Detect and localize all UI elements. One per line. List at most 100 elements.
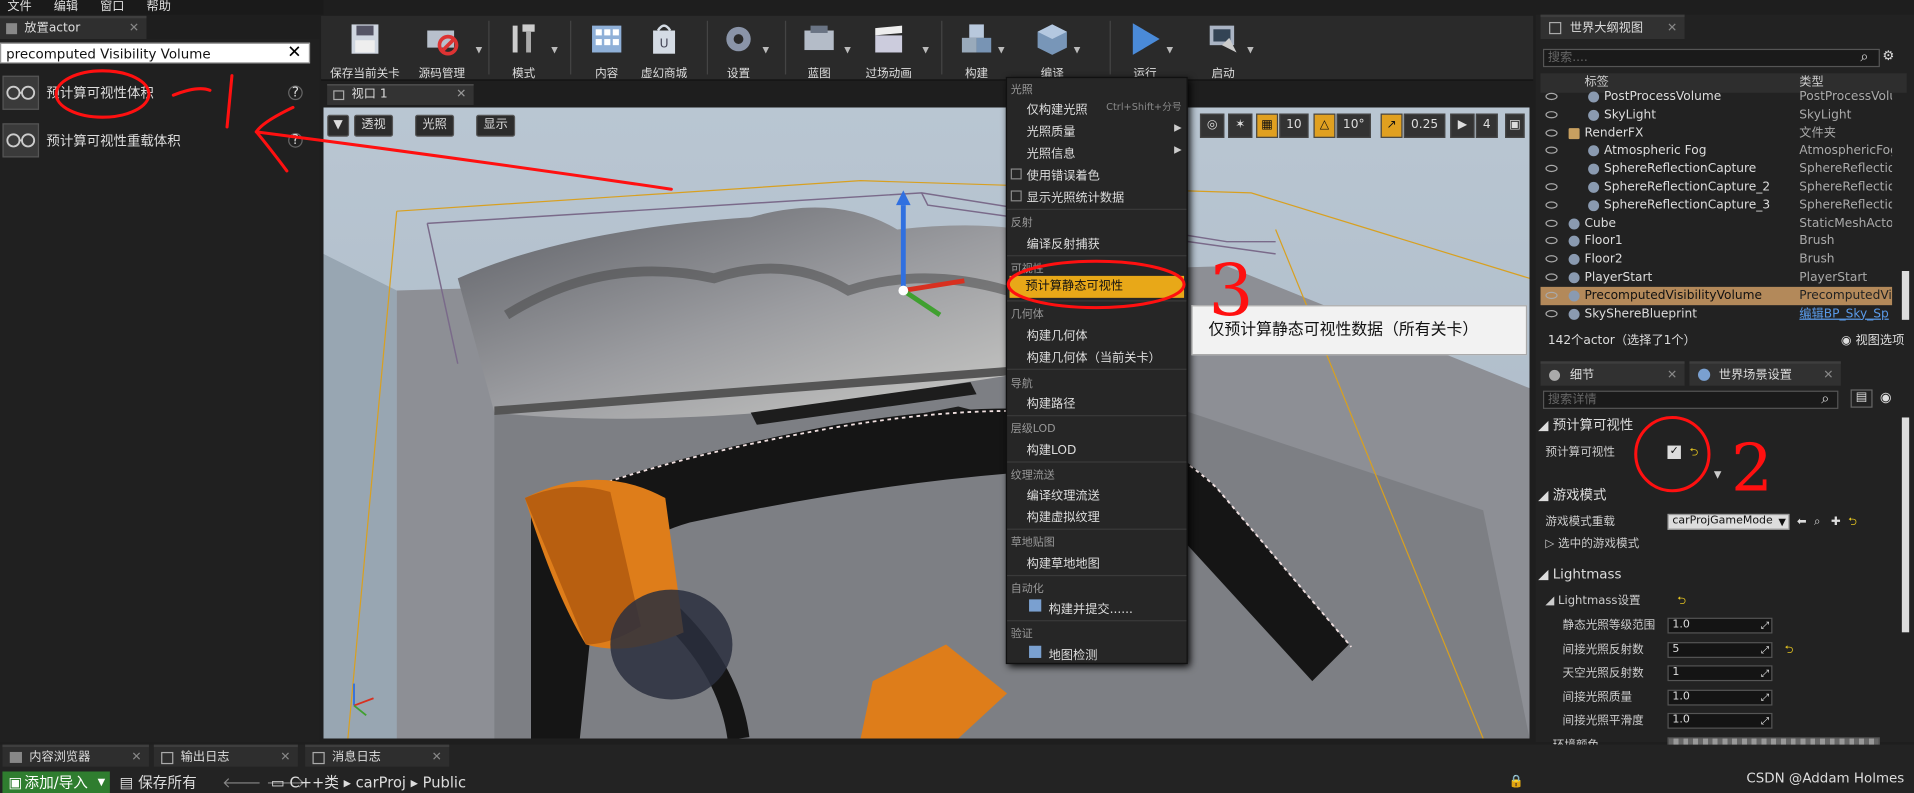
outliner-row[interactable]: Floor1 Brush	[1541, 232, 1893, 250]
grid-snap-toggle[interactable]: ▦	[1256, 113, 1279, 138]
list-item-visibility-volume[interactable]: 预计算可视性体积 ?	[2, 73, 307, 112]
visibility-eye-icon[interactable]	[1545, 128, 1558, 137]
visibility-eye-icon[interactable]	[1545, 146, 1558, 155]
add-icon[interactable]: ✚	[1831, 511, 1841, 533]
menu-help[interactable]: 帮助	[146, 0, 170, 15]
menu-build-geometry[interactable]: 构建几何体	[1027, 325, 1088, 343]
menu-lighting-info[interactable]: 光照信息	[1027, 143, 1076, 161]
visibility-eye-icon[interactable]	[1545, 92, 1558, 101]
prop-value-field[interactable]: 5 ⤢	[1667, 641, 1773, 658]
menu-build-and-submit[interactable]: 构建并提交......	[1049, 598, 1133, 616]
details-scrollbar[interactable]	[1901, 417, 1910, 633]
chevron-down-icon[interactable]: ▼	[1167, 45, 1174, 55]
close-icon[interactable]: ✕	[280, 747, 290, 769]
tab-details[interactable]: 细节 ✕	[1540, 361, 1685, 386]
visibility-eye-icon[interactable]	[1545, 165, 1558, 173]
outliner-row[interactable]: PlayerStart PlayerStart	[1541, 269, 1893, 287]
menu-build-paths[interactable]: 构建路径	[1027, 393, 1076, 411]
compile-button[interactable]: 编译 ▼	[1034, 21, 1080, 81]
selected-game-mode-row[interactable]: ▷ 选中的游戏模式	[1545, 533, 1911, 555]
visibility-eye-icon[interactable]	[1545, 201, 1558, 209]
section-game-mode[interactable]: ◢ 游戏模式	[1538, 485, 1909, 507]
drag-handle-icon[interactable]: ⤢	[1761, 643, 1769, 656]
outliner-row[interactable]: PrecomputedVisibilityVolume PrecomputedVi…	[1540, 286, 1893, 305]
save-all-button[interactable]: ▤ 保存所有	[120, 771, 197, 793]
rotation-snap-toggle[interactable]: △	[1313, 113, 1336, 138]
play-button[interactable]: 运行 ▼	[1127, 21, 1173, 81]
close-icon[interactable]: ✕	[1667, 17, 1677, 40]
rotation-snap-value[interactable]: 10°	[1336, 113, 1371, 138]
menu-map-check[interactable]: 地图检测	[1049, 645, 1098, 662]
visibility-eye-icon[interactable]	[1545, 219, 1558, 227]
outliner-row[interactable]: SphereReflectionCapture SphereReflection(	[1541, 160, 1892, 178]
visibility-eye-icon[interactable]	[1545, 110, 1558, 119]
drag-handle-icon[interactable]: ⤢	[1761, 667, 1769, 680]
menu-use-error-coloring[interactable]: 使用错误着色	[1027, 165, 1100, 183]
prop-value-field[interactable]: 1.0 ⤢	[1667, 617, 1773, 634]
outliner-row[interactable]: SkyShereBlueprint 编辑BP_Sky_Sp	[1541, 305, 1893, 323]
browse-icon[interactable]: ⌕	[1814, 511, 1821, 533]
prop-value-field[interactable]: 1 ⤢	[1667, 665, 1773, 682]
chevron-down-icon[interactable]: ▼	[476, 45, 483, 55]
search-icon[interactable]: ⌕	[1860, 48, 1868, 66]
tab-content-browser[interactable]: 内容浏览器 ✕	[2, 744, 149, 769]
close-icon[interactable]: ✕	[131, 747, 141, 769]
visibility-eye-icon[interactable]	[1545, 237, 1558, 245]
grid-size-value[interactable]: 10	[1279, 113, 1309, 138]
visibility-eye-icon[interactable]	[1545, 309, 1558, 317]
outliner-row[interactable]: Floor2 Brush	[1541, 250, 1893, 268]
outliner-row[interactable]: PostProcessVolume PostProcessVolu	[1541, 88, 1892, 106]
drag-handle-icon[interactable]: ⤢	[1761, 714, 1769, 727]
menu-build-texture-streaming[interactable]: 编译纹理流送	[1027, 485, 1100, 503]
perspective-button[interactable]: 透视	[354, 114, 394, 137]
outliner-row[interactable]: Atmospheric Fog AtmosphericFog	[1541, 142, 1892, 160]
add-import-button[interactable]: ▣ 添加/导入 ▼	[2, 771, 110, 793]
maximize-viewport-button[interactable]: ▣	[1505, 113, 1525, 138]
eye-icon[interactable]: ◉	[1880, 389, 1892, 405]
source-control-button[interactable]: 源码管理 ▼	[411, 21, 482, 81]
menu-edit[interactable]: 编辑	[54, 0, 78, 15]
tab-world-outliner[interactable]: 世界大纲视图 ✕	[1540, 14, 1685, 40]
reset-default-icon[interactable]: ⮌	[1785, 639, 1794, 661]
close-icon[interactable]: ✕	[1823, 364, 1833, 387]
chevron-down-icon[interactable]: ▼	[844, 45, 851, 55]
world-local-toggle[interactable]: ◎	[1199, 113, 1225, 138]
prop-value-field[interactable]: 1.0 ⤢	[1667, 689, 1773, 705]
close-icon[interactable]: ✕	[456, 85, 466, 105]
help-icon[interactable]: ?	[288, 85, 303, 101]
camera-speed-value[interactable]: 4	[1475, 113, 1498, 138]
launch-button[interactable]: 启动 ▼	[1202, 21, 1254, 81]
prop-value-field[interactable]: 1.0 ⤢	[1667, 712, 1773, 729]
chevron-down-icon[interactable]: ▼	[922, 45, 929, 55]
game-mode-select[interactable]: carProjGameMode ▼	[1667, 513, 1790, 530]
save-level-button[interactable]: 保存当前关卡	[328, 21, 401, 81]
error-coloring-checkbox[interactable]	[1010, 168, 1022, 180]
reset-default-icon[interactable]: ⮌	[1689, 442, 1698, 464]
visibility-eye-icon[interactable]	[1545, 273, 1558, 281]
section-precomputed-visibility[interactable]: ◢ 预计算可视性	[1538, 415, 1909, 437]
outliner-row[interactable]: Cube StaticMeshActor	[1541, 214, 1892, 232]
outliner-row[interactable]: SphereReflectionCapture_3 SphereReflectio…	[1541, 196, 1892, 214]
menu-build-reflection-captures[interactable]: 编译反射捕获	[1027, 233, 1100, 251]
scale-snap-toggle[interactable]: ↗	[1380, 113, 1403, 138]
outliner-row[interactable]: RenderFX 文件夹	[1541, 124, 1893, 142]
breadcrumb-item[interactable]: carProj	[356, 774, 406, 791]
cinematics-button[interactable]: 过场动画 ▼	[858, 21, 929, 81]
chevron-down-icon[interactable]: ▼	[762, 45, 769, 55]
lighting-stats-checkbox[interactable]	[1010, 190, 1022, 202]
property-matrix-icon[interactable]: ▤	[1850, 389, 1873, 408]
tab-world-settings[interactable]: 世界场景设置 ✕	[1689, 361, 1841, 387]
search-icon[interactable]: ⌕	[1821, 389, 1829, 407]
outliner-settings-icon[interactable]: ⚙	[1882, 48, 1894, 64]
drag-handle-icon[interactable]: ⤢	[1761, 619, 1769, 632]
menu-show-lighting-stats[interactable]: 显示光照统计数据	[1027, 187, 1125, 205]
breadcrumb-item[interactable]: C++类	[289, 774, 338, 791]
menu-file[interactable]: 文件	[7, 0, 31, 15]
surface-snapping-toggle[interactable]: ✶	[1228, 113, 1253, 138]
tab-place-actors[interactable]: 放置actor ✕	[0, 15, 147, 40]
back-arrow-icon[interactable]: ⬅	[1797, 511, 1807, 533]
outliner-search-input[interactable]: 搜索....	[1542, 48, 1880, 68]
outliner-row-type[interactable]: 编辑BP_Sky_Sp	[1799, 305, 1892, 323]
close-icon[interactable]: ✕	[129, 18, 139, 39]
menu-build-lighting-only[interactable]: 仅构建光照	[1027, 99, 1088, 117]
